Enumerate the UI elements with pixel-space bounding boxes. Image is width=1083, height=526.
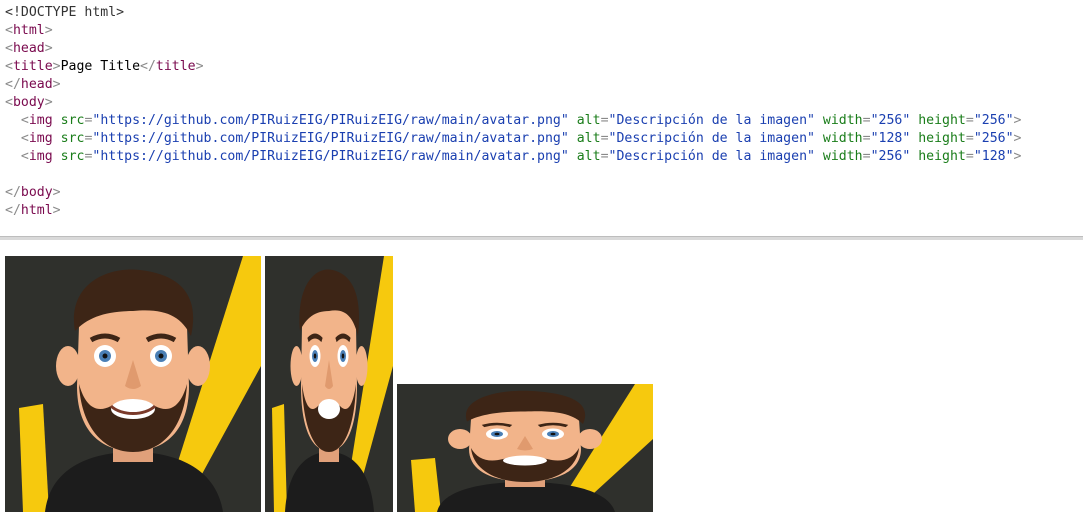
code-token-val: "https://github.com/PIRuizEIG/PIRuizEIG/… <box>92 113 569 128</box>
code-token-punct: > <box>52 185 61 200</box>
code-token-attr: width <box>822 113 863 128</box>
code-token-punct: > <box>52 77 61 92</box>
code-token-punct: > <box>44 41 53 56</box>
code-token-punct: > <box>1013 131 1022 146</box>
code-token-val: "Descripción de la imagen" <box>608 131 815 146</box>
code-line: <img src = "https://github.com/PIRuizEIG/P… <box>5 148 1022 166</box>
code-token-punct: > <box>1013 113 1022 128</box>
code-line: </head> <box>5 76 61 94</box>
code-token-punct: < <box>5 41 13 56</box>
rendered-preview-panel <box>0 240 1083 526</box>
code-token-punct: = <box>600 149 609 164</box>
code-token-tag: title <box>12 59 53 74</box>
code-token-punct: < <box>5 23 13 38</box>
code-token-val: "256" <box>973 131 1014 146</box>
code-token-punct: = <box>862 131 871 146</box>
code-token-tag: img <box>28 149 53 164</box>
code-token-val: "https://github.com/PIRuizEIG/PIRuizEIG/… <box>92 131 569 146</box>
avatar-portrait-icon <box>5 256 261 512</box>
code-token-punct: </ <box>5 203 21 218</box>
code-token-attr: src <box>60 113 85 128</box>
code-token-punct: > <box>195 59 204 74</box>
avatar-image-128x256 <box>265 256 393 526</box>
code-token-val: "Descripción de la imagen" <box>608 113 815 128</box>
code-token-tag: body <box>12 95 45 110</box>
code-line: <img src = "https://github.com/PIRuizEIG/P… <box>5 130 1022 148</box>
code-token-attr: height <box>918 149 966 164</box>
code-token-tag: html <box>20 203 53 218</box>
code-token-punct: < <box>5 95 13 110</box>
code-token-punct: < <box>5 59 13 74</box>
code-token-punct: </ <box>140 59 156 74</box>
code-line: <img src = "https://github.com/PIRuizEIG/P… <box>5 112 1022 130</box>
code-token-punct: = <box>600 113 609 128</box>
code-token-attr: alt <box>576 131 601 146</box>
code-token-punct: < <box>20 131 29 146</box>
code-line: <!DOCTYPE html> <box>5 4 124 22</box>
code-token-tag: title <box>155 59 196 74</box>
code-token-punct: </ <box>5 77 21 92</box>
code-token-val: "Descripción de la imagen" <box>608 149 815 164</box>
code-token-punct: > <box>44 95 53 110</box>
code-token-attr: width <box>822 131 863 146</box>
code-token-tag: body <box>20 185 53 200</box>
code-token-punct: < <box>20 149 29 164</box>
code-token-punct: > <box>52 203 61 218</box>
avatar-image-256x256 <box>5 256 261 526</box>
code-token-val: "128" <box>870 131 911 146</box>
code-token-attr: height <box>918 131 966 146</box>
code-line: <html> <box>5 22 53 40</box>
code-token-doctype: <!DOCTYPE html> <box>5 5 125 20</box>
code-token-tag: head <box>12 41 45 56</box>
code-token-val: "https://github.com/PIRuizEIG/PIRuizEIG/… <box>92 149 569 164</box>
avatar-image-256x128 <box>397 384 653 526</box>
code-token-tag: img <box>28 113 53 128</box>
code-line: <title>Page Title</title> <box>5 58 204 76</box>
code-token-attr: src <box>60 131 85 146</box>
code-token-punct: > <box>1013 149 1022 164</box>
code-token-attr: width <box>822 149 863 164</box>
code-token-tag: head <box>20 77 53 92</box>
code-token-punct: < <box>20 113 29 128</box>
code-token-punct: = <box>965 131 974 146</box>
code-token-punct: = <box>965 149 974 164</box>
code-token-punct: > <box>52 59 61 74</box>
code-token-punct: = <box>965 113 974 128</box>
code-token-val: "256" <box>870 113 911 128</box>
code-line: </body> <box>5 184 61 202</box>
code-line: <head> <box>5 40 53 58</box>
code-token-punct: = <box>862 149 871 164</box>
avatar-portrait-icon <box>265 256 393 512</box>
avatar-portrait-icon <box>397 384 653 512</box>
code-token-attr: height <box>918 113 966 128</box>
html-source-panel: <!DOCTYPE html> <html> <head> <title>Page T… <box>0 0 1083 236</box>
code-token-punct: = <box>862 113 871 128</box>
code-token-attr: src <box>60 149 85 164</box>
code-token-val: "256" <box>870 149 911 164</box>
code-token-tag: img <box>28 131 53 146</box>
code-token-punct: > <box>44 23 53 38</box>
code-token-attr: alt <box>576 113 601 128</box>
code-line: <body> <box>5 94 53 112</box>
code-token-punct: </ <box>5 185 21 200</box>
code-token-val: "128" <box>973 149 1014 164</box>
code-token-text: Page Title <box>60 59 141 74</box>
code-token-tag: html <box>12 23 45 38</box>
code-token-attr: alt <box>576 149 601 164</box>
code-token-val: "256" <box>973 113 1014 128</box>
code-token-punct: = <box>600 131 609 146</box>
code-line: </html> <box>5 202 61 220</box>
